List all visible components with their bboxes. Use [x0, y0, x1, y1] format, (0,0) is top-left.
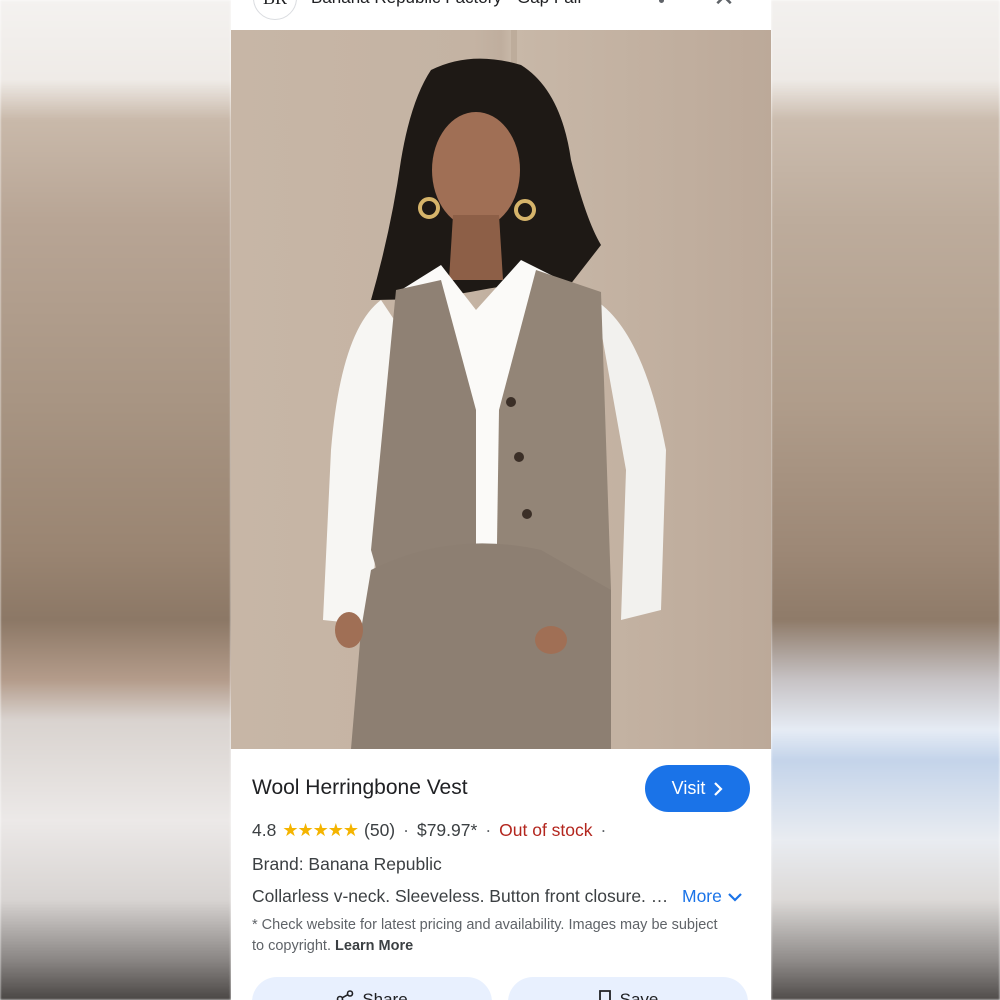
product-title: Wool Herringbone Vest: [252, 776, 468, 799]
share-button[interactable]: Share: [252, 977, 492, 1000]
blurred-backdrop-left: [0, 0, 231, 1000]
more-button[interactable]: More: [682, 886, 742, 907]
rating-price-row: 4.8 ★★★★★ (50) · $79.97* · Out of stock …: [252, 820, 614, 841]
learn-more-link[interactable]: Learn More: [335, 938, 413, 954]
stock-status: Out of stock: [499, 820, 593, 840]
visit-button[interactable]: Visit: [645, 765, 750, 812]
brand-line: Brand: Banana Republic: [252, 854, 442, 874]
product-info: Wool Herringbone Vest Visit 4.8 ★★★★★ (5…: [231, 749, 771, 1000]
bookmark-icon: [598, 990, 611, 1000]
product-photo-illustration: [323, 30, 666, 749]
more-label: More: [682, 886, 722, 906]
separator-dot: ·: [600, 820, 607, 840]
description-text: Collarless v-neck. Sleeveless. Button fr…: [252, 886, 676, 906]
description-row: Collarless v-neck. Sleeveless. Button fr…: [252, 886, 752, 907]
source-logo: BR: [253, 0, 297, 20]
price: $79.97*: [416, 820, 478, 840]
more-vert-icon[interactable]: [655, 0, 667, 6]
separator-dot: ·: [403, 820, 409, 840]
share-icon: [337, 990, 354, 1000]
source-title[interactable]: Banana Republic Factory · Gap Fall: [311, 0, 641, 8]
share-label: Share: [362, 990, 408, 1000]
rating-value: 4.8: [252, 820, 277, 840]
card-header: BR Banana Republic Factory · Gap Fall ✕: [231, 0, 771, 30]
pricing-disclaimer: * Check website for latest pricing and a…: [252, 915, 732, 957]
review-count[interactable]: (50): [364, 820, 395, 841]
save-label: Save: [619, 990, 659, 1000]
save-button[interactable]: Save: [508, 977, 748, 1000]
visit-label: Visit: [671, 778, 706, 798]
close-icon[interactable]: ✕: [711, 0, 737, 10]
blurred-backdrop-right: [771, 0, 1000, 1000]
chevron-down-icon: [728, 892, 742, 902]
disclaimer-text: * Check website for latest pricing and a…: [252, 917, 718, 954]
product-image[interactable]: [231, 30, 771, 749]
separator-dot: ·: [485, 820, 492, 840]
product-card: BR Banana Republic Factory · Gap Fall ✕: [231, 0, 771, 1000]
star-icon: ★★★★★: [282, 820, 359, 840]
chevron-right-icon: [714, 781, 723, 796]
